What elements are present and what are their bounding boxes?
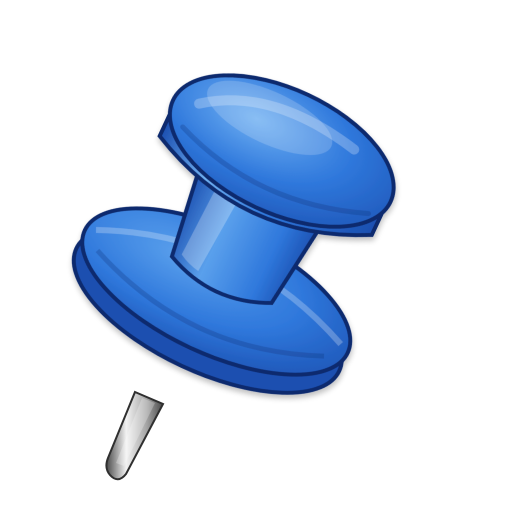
needle: [105, 390, 165, 481]
pin-body: [71, 73, 396, 395]
pushpin-icon: [71, 73, 396, 481]
icon-canvas: [0, 0, 512, 512]
